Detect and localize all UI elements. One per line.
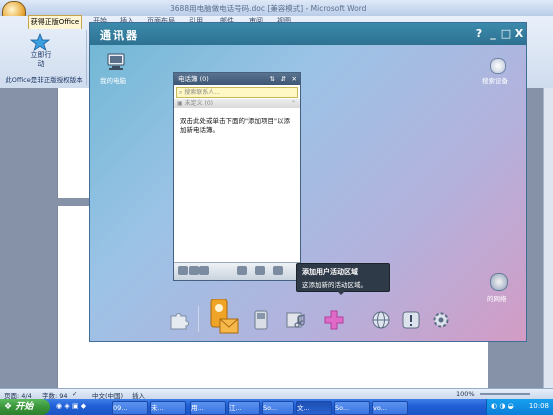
contacts-empty-hint[interactable]: 双击此处或单击下面的"添加项目"以添加新电话簿。	[180, 117, 294, 135]
contacts-panel: 电话簿 (0) ⇅ ⇵ ✕ ⌕ 搜索联系人... ▣ 未定义 (0) ⌃ 双击此…	[173, 72, 301, 281]
card-icon[interactable]	[199, 266, 209, 275]
communicator-window: 通讯器 ? _ □ X 我的电脑 搜索设备 的网络 电话簿 (0) ⇅ ⇵ ✕ …	[89, 22, 527, 342]
contacts-group-header[interactable]: ▣ 未定义 (0) ⌃	[174, 99, 300, 108]
my-computer-label: 我的电脑	[100, 77, 126, 85]
add-group-icon[interactable]	[255, 266, 265, 275]
close-button[interactable]: X	[513, 27, 525, 40]
search-icon: ⌕	[179, 89, 183, 96]
zoom-level[interactable]: 100%	[456, 390, 475, 398]
close-icon[interactable]: ✕	[292, 73, 297, 85]
delete-icon[interactable]	[273, 266, 283, 275]
start-label: 开始	[15, 402, 34, 412]
refresh-icon[interactable]	[189, 266, 199, 275]
search-device-icon[interactable]	[490, 58, 506, 74]
tooltip-title: 添加用户活动区域	[302, 268, 358, 276]
dock-separator	[198, 306, 199, 332]
proofing-icon[interactable]: ✓	[72, 390, 77, 398]
search-device-label: 搜索设备	[482, 77, 508, 85]
zoom-slider[interactable]	[480, 393, 530, 395]
taskbar-item[interactable]: 09...	[112, 401, 148, 415]
collapse-icon[interactable]: ⌃	[291, 99, 296, 108]
sync-icon[interactable]	[178, 266, 188, 275]
restore-button[interactable]: □	[500, 27, 512, 40]
quick-launch[interactable]: ◉ ◈ ▣ ◆	[56, 402, 104, 413]
taskbar-item[interactable]: 用...	[190, 401, 226, 415]
ribbon-group-label: 此Office是非正版授权版本	[5, 76, 83, 84]
media-icon[interactable]	[285, 309, 307, 331]
taskbar-item[interactable]: So...	[262, 401, 294, 415]
group-icon: ▣	[177, 100, 183, 107]
communicator-title: 通讯器	[100, 29, 139, 42]
minimize-button[interactable]: _	[487, 27, 499, 40]
alert-icon[interactable]	[400, 309, 422, 331]
contacts-mail-icon[interactable]	[208, 299, 240, 337]
network-icon[interactable]	[490, 273, 508, 291]
contacts-titlebar[interactable]: 电话簿 (0) ⇅ ⇵ ✕	[174, 73, 300, 85]
communicator-titlebar[interactable]	[90, 23, 526, 45]
tooltip: 添加用户活动区域 这添加新的活动区域。	[296, 263, 390, 292]
phone-icon[interactable]	[250, 309, 272, 331]
tooltip-arrow	[336, 290, 346, 295]
network-label: 的网络	[487, 295, 507, 303]
taskbar-item[interactable]: So...	[334, 401, 370, 415]
clock[interactable]: 10:08	[529, 402, 549, 410]
system-tray: ◐ ◑ ◒ 10:08	[486, 399, 553, 415]
add-contact-icon[interactable]	[237, 266, 247, 275]
taskbar-item[interactable]: 文...	[296, 401, 332, 415]
taskbar-item[interactable]: vo...	[372, 401, 408, 415]
tooltip-body: 这添加新的活动区域。	[302, 281, 367, 289]
add-icon[interactable]	[323, 309, 345, 331]
word-window-title: 3688用电脑做电话号码.doc [兼容模式] - Microsoft Word	[170, 4, 367, 13]
help-button[interactable]: ?	[473, 27, 485, 40]
star-icon[interactable]	[30, 33, 50, 51]
tray-icons[interactable]: ◐ ◑ ◒	[491, 402, 514, 410]
contacts-title: 电话簿 (0)	[178, 75, 209, 83]
settings-icon[interactable]	[430, 309, 452, 331]
expand-icon[interactable]: ⇵	[281, 73, 286, 85]
computer-icon[interactable]	[106, 53, 126, 71]
ribbon-tab-get-genuine[interactable]: 获得正版Office	[28, 15, 82, 29]
vertical-scrollbar[interactable]	[543, 88, 553, 388]
taskbar-item[interactable]: 江...	[228, 401, 260, 415]
windows-logo-icon: ❖	[4, 402, 13, 412]
contacts-search-placeholder: 搜索联系人...	[184, 89, 221, 96]
taskbar-item[interactable]: 未...	[150, 401, 186, 415]
contacts-search-input[interactable]: ⌕ 搜索联系人...	[176, 87, 298, 98]
contacts-group-label: 未定义 (0)	[184, 100, 214, 107]
start-button[interactable]: ❖ 开始	[0, 399, 50, 415]
puzzle-icon[interactable]	[168, 309, 190, 331]
pin-icon[interactable]: ⇅	[270, 73, 275, 85]
globe-icon[interactable]	[370, 309, 392, 331]
act-now-button[interactable]: 立即行动	[28, 51, 54, 69]
